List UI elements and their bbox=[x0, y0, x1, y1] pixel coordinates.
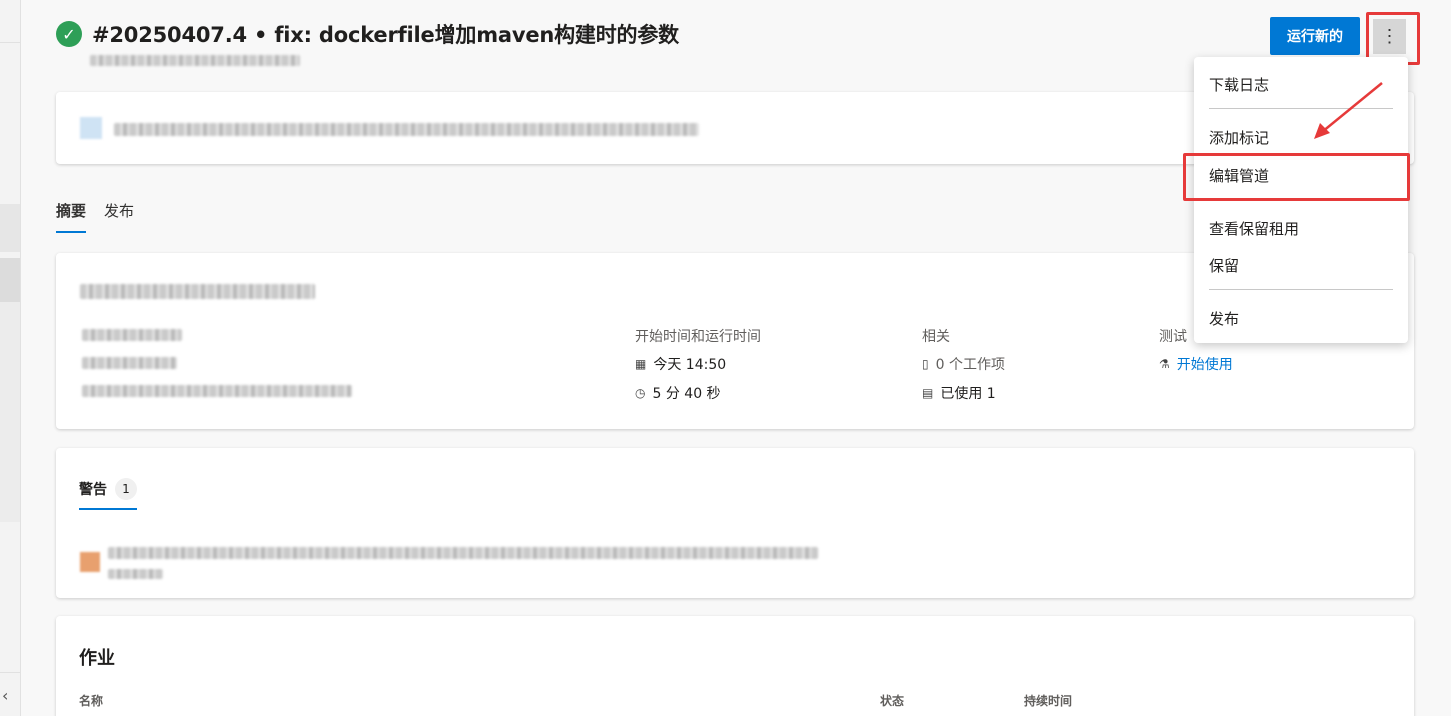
duration-text: 5 分 40 秒 bbox=[652, 386, 721, 402]
clock-icon: ◷ bbox=[635, 386, 646, 400]
success-check-icon: ✓ bbox=[56, 21, 82, 47]
jobs-title: 作业 bbox=[79, 648, 115, 669]
tests-header: 测试 bbox=[1159, 329, 1187, 345]
flask-icon: ⚗ bbox=[1159, 357, 1170, 371]
rail-item[interactable] bbox=[0, 204, 20, 252]
highlight-edit-pipeline bbox=[1183, 153, 1410, 201]
triggered-by-redacted bbox=[80, 284, 315, 299]
jobs-column-name: 名称 bbox=[79, 694, 104, 708]
calendar-icon: ▦ bbox=[635, 357, 647, 371]
run-title: #20250407.4 • fix: dockerfile增加maven构建时的… bbox=[92, 23, 679, 47]
duration-value: ◷ 5 分 40 秒 bbox=[635, 383, 721, 403]
run-subtitle-redacted bbox=[90, 55, 300, 66]
run-new-button[interactable]: 运行新的 bbox=[1270, 17, 1360, 55]
jobs-card: 作业 名称 状态 持续时间 bbox=[56, 616, 1414, 716]
consumed-link[interactable]: ▤ 已使用 1 bbox=[922, 383, 996, 403]
tab-summary[interactable]: 摘要 bbox=[56, 200, 87, 233]
tests-get-started-link[interactable]: ⚗ 开始使用 bbox=[1159, 354, 1233, 374]
tab-releases[interactable]: 发布 bbox=[104, 200, 134, 233]
commit-icon bbox=[80, 117, 102, 139]
warnings-count-badge: 1 bbox=[115, 478, 137, 500]
collapse-chevron-icon[interactable]: ‹ bbox=[2, 686, 8, 705]
run-title-row: ✓ #20250407.4 • fix: dockerfile增加maven构建… bbox=[56, 19, 679, 49]
warnings-label: 警告 bbox=[79, 482, 107, 498]
jobs-column-duration: 持续时间 bbox=[1024, 694, 1073, 708]
related-header: 相关 bbox=[922, 329, 950, 345]
start-time-value: ▦ 今天 14:50 bbox=[635, 354, 726, 374]
rail-item[interactable] bbox=[0, 302, 20, 522]
warning-source-redacted bbox=[108, 569, 163, 579]
left-rail: ‹ bbox=[0, 0, 21, 716]
menu-item-release[interactable]: 发布 bbox=[1209, 308, 1239, 329]
warning-icon bbox=[80, 552, 100, 572]
branch-redacted bbox=[82, 357, 177, 369]
commit-info-redacted bbox=[114, 123, 699, 136]
menu-item-add-tag[interactable]: 添加标记 bbox=[1209, 127, 1269, 148]
commit-redacted bbox=[82, 385, 352, 397]
tests-get-started-text: 开始使用 bbox=[1176, 357, 1233, 373]
rail-divider bbox=[0, 42, 20, 43]
work-items-link[interactable]: ▯ 0 个工作项 bbox=[922, 354, 1005, 374]
warnings-card: 警告 1 bbox=[56, 448, 1414, 598]
consumed-text: 已使用 1 bbox=[940, 386, 996, 402]
tab-warnings[interactable]: 警告 1 bbox=[79, 478, 137, 510]
work-items-text: 0 个工作项 bbox=[935, 357, 1005, 373]
jobs-column-status: 状态 bbox=[880, 694, 905, 708]
menu-item-view-retention-leases[interactable]: 查看保留租用 bbox=[1209, 218, 1299, 239]
clipboard-icon: ▯ bbox=[922, 357, 929, 371]
start-time-text: 今天 14:50 bbox=[653, 357, 727, 373]
rail-divider bbox=[0, 672, 20, 673]
annotation-arrow-icon bbox=[1314, 82, 1383, 139]
menu-item-retain[interactable]: 保留 bbox=[1209, 255, 1239, 276]
start-time-header: 开始时间和运行时间 bbox=[635, 329, 761, 345]
warning-text-redacted bbox=[108, 547, 818, 559]
rail-item-selected[interactable] bbox=[0, 258, 20, 302]
menu-item-download-logs[interactable]: 下载日志 bbox=[1209, 74, 1269, 95]
repo-redacted bbox=[82, 329, 182, 341]
artifact-icon: ▤ bbox=[922, 386, 934, 400]
tab-bar: 摘要 发布 bbox=[56, 200, 152, 233]
menu-separator bbox=[1209, 289, 1393, 290]
